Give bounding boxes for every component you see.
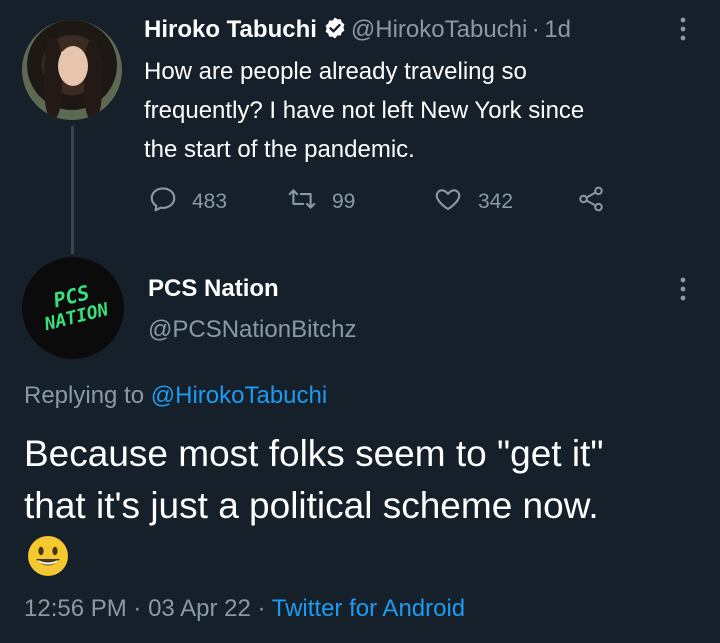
more-icon[interactable] [673,14,693,49]
reply-icon [148,184,192,220]
reply-button[interactable]: 483 [148,184,227,220]
replying-to-label: Replying to [24,382,145,409]
reply-display-name[interactable]: PCS Nation [148,275,279,303]
dot-separator: · [257,595,266,622]
like-button[interactable]: 342 [432,184,513,220]
tweet-meta: 12:56 PM · 03 Apr 22 · Twitter for Andro… [24,595,465,623]
pcs-nation-logo: PCS NATION [42,280,111,336]
parent-handle[interactable]: @HirokoTabuchi [351,16,527,43]
share-icon[interactable] [576,184,606,219]
avatar-hiroko-tabuchi[interactable] [22,20,122,120]
like-count: 342 [478,190,514,213]
dot-separator: · [133,595,142,622]
verified-badge-icon [323,16,347,45]
like-icon [432,184,478,220]
parent-time-ago[interactable]: 1d [544,16,571,43]
grinning-face-emoji [26,534,68,576]
text-line: Because most folks seem to "get it" [24,433,604,474]
replying-to-handle-link[interactable]: @HirokoTabuchi [151,382,327,409]
text-line: the start of the pandemic. [144,136,415,163]
text-line: How are people already traveling so [144,58,527,85]
reply-tweet-text: Because most folks seem to "get it" that… [24,428,714,532]
more-icon[interactable] [673,274,693,309]
tweet-time[interactable]: 12:56 PM [24,595,127,622]
replying-to: Replying to @HirokoTabuchi [24,382,327,410]
tweet-date[interactable]: 03 Apr 22 [148,595,251,622]
parent-tweet-text: How are people already traveling so freq… [144,52,704,169]
text-line: that it's just a political scheme now. [24,485,599,526]
tweet-source-link[interactable]: Twitter for Android [272,595,465,622]
reply-count: 483 [192,190,228,213]
reply-handle[interactable]: @PCSNationBitchz [148,316,356,344]
thread-connector-line [71,126,74,254]
retweet-icon [286,184,332,220]
avatar-pcs-nation[interactable]: PCS NATION [22,257,124,359]
parent-display-name[interactable]: Hiroko Tabuchi [144,16,317,43]
retweet-button[interactable]: 99 [286,184,355,220]
dot-separator: · [531,16,540,43]
text-line: frequently? I have not left New York sin… [144,97,585,124]
parent-tweet-header: Hiroko Tabuchi @HirokoTabuchi · 1d [144,16,571,45]
retweet-count: 99 [332,190,356,213]
